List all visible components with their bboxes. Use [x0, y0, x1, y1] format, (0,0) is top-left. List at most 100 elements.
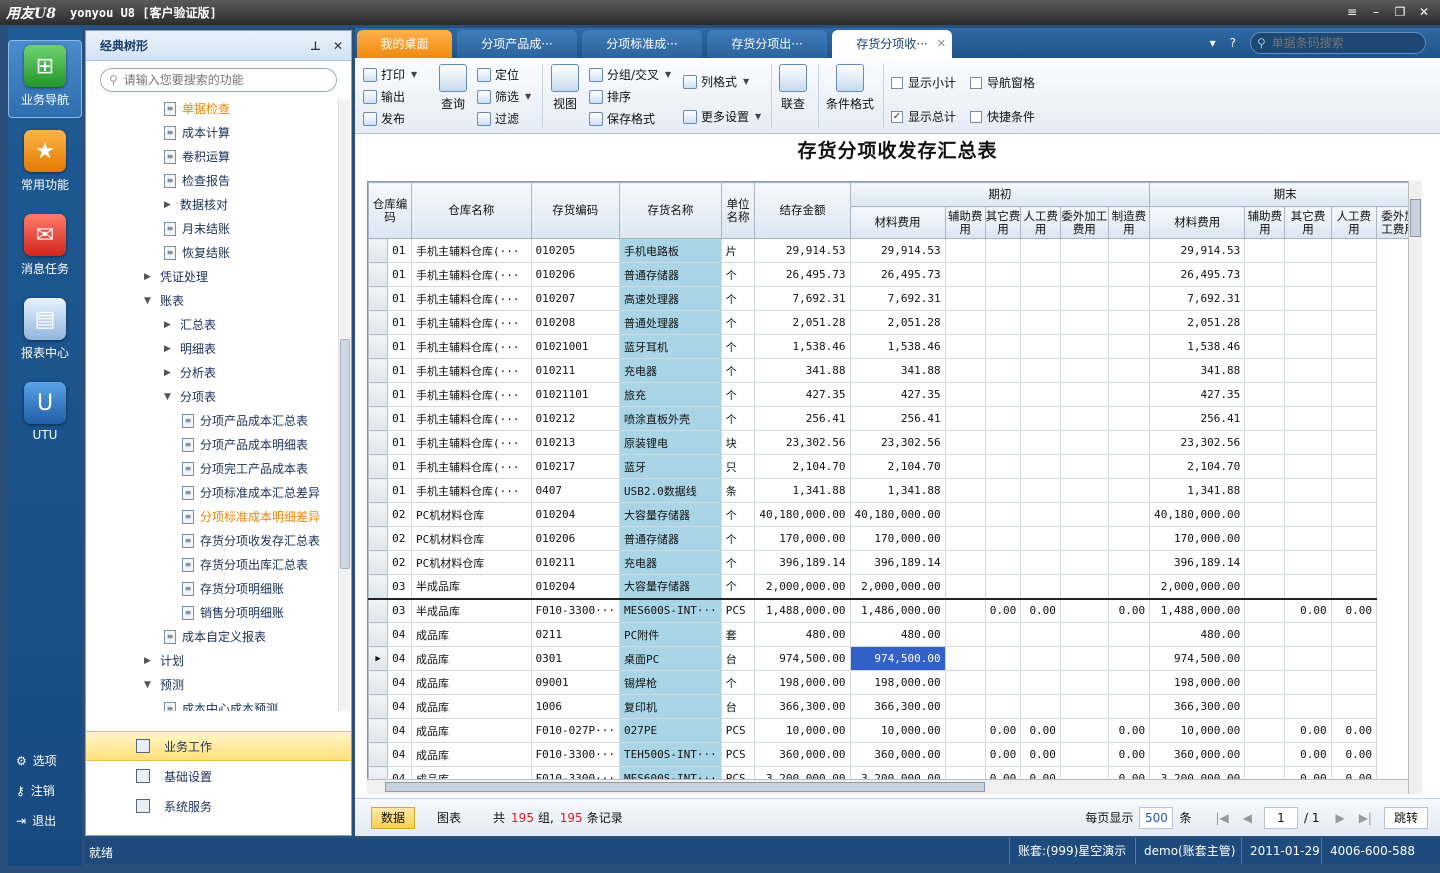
table-cell[interactable]: [984, 358, 1022, 383]
table-cell[interactable]: [1284, 502, 1332, 527]
table-cell[interactable]: 个: [720, 262, 756, 287]
tree-node[interactable]: ≡ 分项标准成本汇总差异: [182, 483, 320, 503]
rail-business-nav[interactable]: ⊞ 业务导航: [8, 40, 82, 118]
table-cell[interactable]: 01: [387, 430, 413, 455]
scroll-thumb[interactable]: [1410, 199, 1421, 237]
table-cell[interactable]: [944, 286, 986, 311]
table-cell[interactable]: 0.00: [1107, 597, 1151, 623]
table-cell[interactable]: 29,914.53: [849, 238, 946, 263]
table-cell[interactable]: 手机主辅料仓库(···: [411, 310, 532, 335]
table-cell[interactable]: 个: [720, 382, 756, 407]
table-row[interactable]: 02 PC机材料仓库 010204 大容量存储器个 40,180,000.00 40,18…: [368, 502, 1421, 527]
table-cell[interactable]: 01: [387, 382, 413, 407]
table-cell[interactable]: F010-027P···: [530, 718, 621, 743]
table-cell[interactable]: [1059, 286, 1109, 311]
table-cell[interactable]: 26,495.73: [754, 262, 851, 287]
table-cell[interactable]: 29,914.53: [754, 238, 851, 263]
table-cell[interactable]: [984, 310, 1022, 335]
table-cell[interactable]: 427.35: [754, 382, 851, 407]
table-cell[interactable]: 0.00: [1284, 718, 1332, 743]
table-cell[interactable]: [1284, 310, 1332, 335]
row-header[interactable]: [368, 334, 389, 359]
tree-node[interactable]: ≡ 成本中心成本预测: [164, 699, 278, 711]
col-open-mfg[interactable]: 制造费用: [1107, 206, 1151, 239]
table-cell[interactable]: 手机电路板: [619, 238, 722, 263]
table-cell[interactable]: 29,914.53: [1149, 238, 1246, 263]
function-search-input[interactable]: [123, 73, 324, 87]
chevron-right-icon[interactable]: ▶: [164, 195, 174, 215]
table-cell[interactable]: [984, 526, 1022, 551]
table-cell[interactable]: 01: [387, 358, 413, 383]
table-cell[interactable]: [1059, 646, 1109, 671]
tree-node[interactable]: ≡ 成本计算: [164, 123, 230, 143]
table-cell[interactable]: [1284, 238, 1332, 263]
goto-page-button[interactable]: 跳转: [1383, 806, 1428, 829]
row-header[interactable]: [368, 526, 389, 551]
table-cell[interactable]: 手机主辅料仓库(···: [411, 478, 532, 503]
table-cell[interactable]: 480.00: [754, 622, 851, 647]
table-cell[interactable]: 01: [387, 238, 413, 263]
table-cell[interactable]: 04: [387, 646, 413, 671]
table-cell[interactable]: USB2.0数据线: [619, 478, 722, 503]
table-cell[interactable]: 01: [387, 454, 413, 479]
table-cell[interactable]: 手机主辅料仓库(···: [411, 286, 532, 311]
table-cell[interactable]: 02: [387, 502, 413, 527]
table-cell[interactable]: [1284, 646, 1332, 671]
table-cell[interactable]: 成品库: [411, 646, 532, 671]
table-row[interactable]: 01 手机主辅料仓库(··· 01021101 旅充个 427.35 427.35 427.…: [368, 382, 1421, 407]
table-cell[interactable]: [1107, 502, 1151, 527]
col-close-material[interactable]: 材料费用: [1149, 206, 1246, 239]
table-cell[interactable]: 0.00: [1330, 718, 1377, 743]
table-cell[interactable]: [944, 526, 986, 551]
restore-icon[interactable]: ❐: [1390, 4, 1410, 20]
table-cell[interactable]: [1107, 286, 1151, 311]
table-cell[interactable]: 手机主辅料仓库(···: [411, 262, 532, 287]
table-cell[interactable]: 手机主辅料仓库(···: [411, 382, 532, 407]
tree-node[interactable]: ▶ 凭证处理: [144, 267, 208, 287]
table-cell[interactable]: [1330, 262, 1377, 287]
basic-settings-button[interactable]: 基础设置: [86, 761, 351, 791]
table-cell[interactable]: 0.00: [1284, 597, 1332, 623]
table-cell[interactable]: 366,300.00: [754, 694, 851, 719]
table-cell[interactable]: [944, 646, 986, 671]
table-cell[interactable]: [1107, 478, 1151, 503]
table-cell[interactable]: 04: [387, 670, 413, 695]
rail-favorites[interactable]: ★ 常用功能: [8, 130, 82, 193]
table-cell[interactable]: [1059, 310, 1109, 335]
rail-utu[interactable]: U UTU: [8, 382, 82, 442]
function-search[interactable]: ⚲: [100, 68, 337, 92]
table-cell[interactable]: 0.00: [1107, 742, 1151, 767]
row-header[interactable]: [368, 454, 389, 479]
tree-node[interactable]: ≡ 分项产品成本明细表: [182, 435, 308, 455]
system-service-button[interactable]: 系统服务: [86, 791, 351, 821]
table-cell[interactable]: [1020, 358, 1061, 383]
table-cell[interactable]: 2,051.28: [754, 310, 851, 335]
row-header[interactable]: [368, 238, 389, 263]
col-inv-name[interactable]: 存货名称: [619, 182, 722, 239]
table-cell[interactable]: [1244, 478, 1286, 503]
table-cell[interactable]: 366,300.00: [1149, 694, 1246, 719]
table-cell[interactable]: [944, 718, 986, 743]
close-icon[interactable]: ✕: [1414, 4, 1434, 20]
table-cell[interactable]: [1059, 502, 1109, 527]
table-cell[interactable]: [984, 334, 1022, 359]
checkbox-checked[interactable]: ✓: [891, 110, 903, 123]
table-cell[interactable]: [1020, 286, 1061, 311]
table-cell[interactable]: 个: [720, 502, 756, 527]
table-cell[interactable]: PCS: [720, 718, 756, 743]
checkbox[interactable]: [891, 76, 903, 89]
barcode-search-input[interactable]: [1271, 36, 1412, 50]
table-cell[interactable]: [1244, 334, 1286, 359]
table-cell[interactable]: [944, 622, 986, 647]
tree-node[interactable]: ≡ 分项标准成本明细差异: [182, 507, 320, 527]
table-cell[interactable]: 198,000.00: [754, 670, 851, 695]
table-cell[interactable]: 普通存储器: [619, 526, 722, 551]
table-cell[interactable]: [1107, 550, 1151, 575]
table-cell[interactable]: 02: [387, 550, 413, 575]
table-cell[interactable]: 427.35: [849, 382, 946, 407]
menu-down-icon[interactable]: ≡: [1342, 4, 1362, 20]
table-cell[interactable]: F010-3300···: [530, 597, 621, 623]
table-cell[interactable]: 010206: [530, 526, 621, 551]
table-cell[interactable]: 1,341.88: [1149, 478, 1246, 503]
table-cell[interactable]: [1330, 478, 1377, 503]
